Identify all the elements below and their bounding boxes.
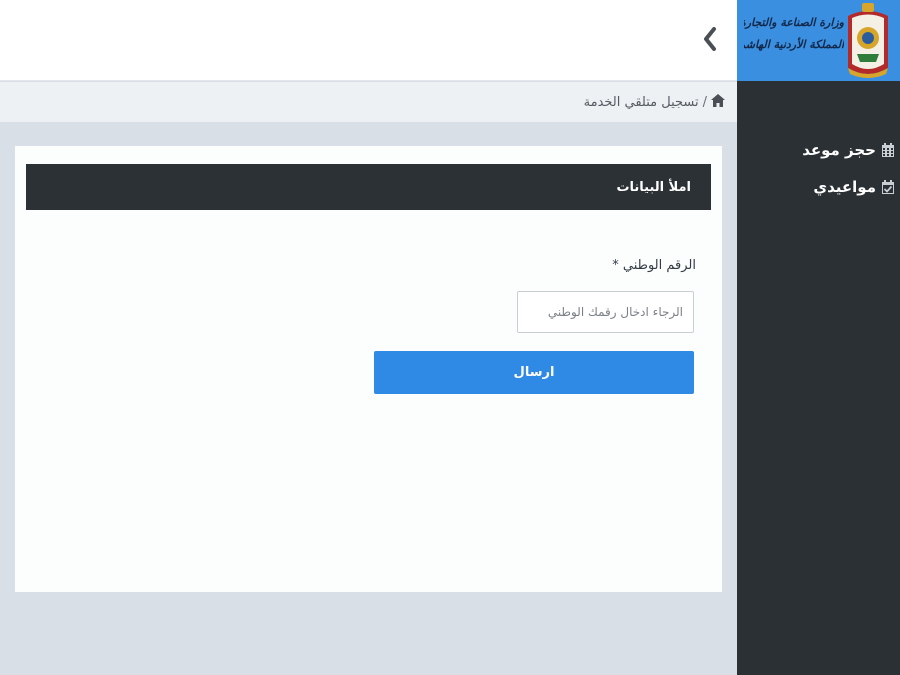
ministry-logo[interactable]: وزارة الصناعة والتجارة والتموين المملكة … bbox=[737, 0, 900, 81]
form-card: املأ البيانات الرقم الوطني * ارسال bbox=[15, 146, 722, 592]
coat-of-arms-icon bbox=[848, 3, 888, 78]
national-id-input[interactable] bbox=[517, 291, 694, 333]
breadcrumb-current: تسجيل متلقي الخدمة bbox=[583, 94, 699, 110]
calendar-check-icon bbox=[882, 179, 894, 194]
breadcrumb-separator: / bbox=[702, 94, 707, 110]
sidebar: وزارة الصناعة والتجارة والتموين المملكة … bbox=[737, 0, 900, 675]
home-icon[interactable] bbox=[711, 93, 725, 111]
calendar-icon bbox=[882, 142, 894, 157]
ministry-name: وزارة الصناعة والتجارة والتموين المملكة … bbox=[744, 12, 844, 56]
submit-button[interactable]: ارسال bbox=[374, 351, 694, 394]
required-mark: * bbox=[612, 258, 619, 273]
sidebar-item-my-appointments[interactable]: مواعيدي bbox=[737, 173, 900, 200]
sidebar-item-book-appointment[interactable]: حجز موعد bbox=[737, 136, 900, 163]
sidebar-item-label: مواعيدي bbox=[813, 177, 876, 196]
sidebar-toggle-chevron-icon[interactable] bbox=[700, 24, 720, 54]
breadcrumb: / تسجيل متلقي الخدمة bbox=[0, 82, 737, 122]
top-bar bbox=[0, 0, 737, 81]
form-header: املأ البيانات bbox=[26, 164, 711, 210]
sidebar-menu: حجز موعد مواعيدي bbox=[737, 136, 900, 210]
sidebar-item-label: حجز موعد bbox=[802, 140, 876, 159]
ministry-name-line2: المملكة الأردنية الهاشمية bbox=[744, 38, 844, 51]
national-id-label-text: الرقم الوطني bbox=[622, 258, 696, 273]
ministry-name-line1: وزارة الصناعة والتجارة والتموين bbox=[744, 16, 844, 29]
national-id-label: الرقم الوطني * bbox=[612, 258, 696, 273]
